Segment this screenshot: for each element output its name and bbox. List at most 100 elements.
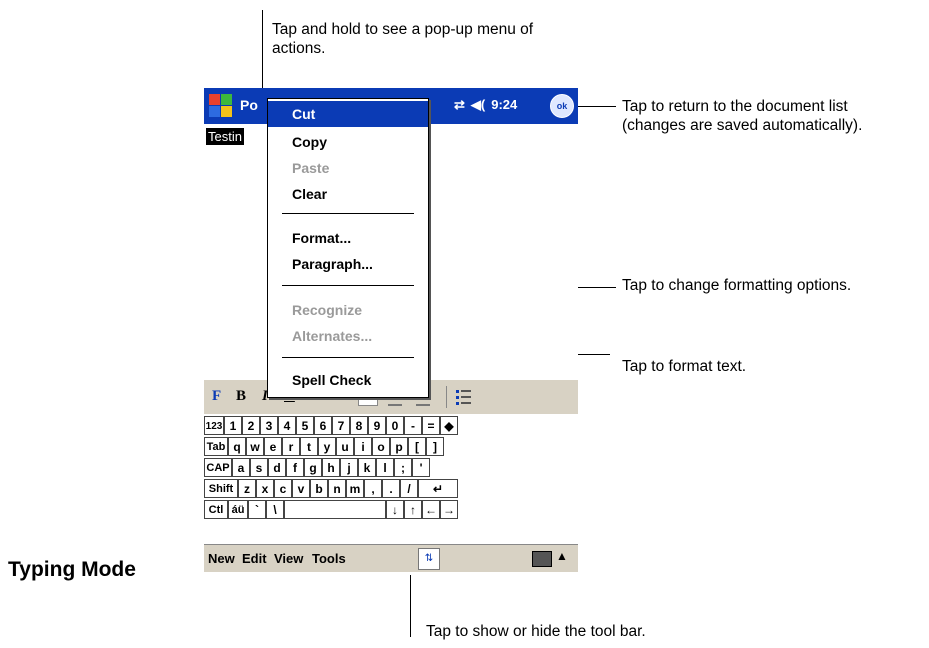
key[interactable]: b xyxy=(310,479,328,498)
menu-new[interactable]: New xyxy=(208,551,235,566)
key[interactable]: w xyxy=(246,437,264,456)
status-icons: ⇄ ◀( 9:24 xyxy=(454,97,523,113)
clock-time[interactable]: 9:24 xyxy=(491,97,517,112)
enter-key[interactable]: ↵ xyxy=(418,479,458,498)
return-hint-line1: Tap to return to the document list xyxy=(622,98,848,115)
key[interactable]: u xyxy=(336,437,354,456)
bullets-icon[interactable] xyxy=(456,389,472,405)
key[interactable]: 0 xyxy=(386,416,404,435)
menu-item-copy[interactable]: Copy xyxy=(268,129,428,155)
key[interactable]: , xyxy=(364,479,382,498)
toolbar-divider xyxy=(446,386,447,408)
key[interactable]: [ xyxy=(408,437,426,456)
key[interactable]: y xyxy=(318,437,336,456)
ok-button[interactable]: ok xyxy=(550,94,574,118)
key[interactable]: t xyxy=(300,437,318,456)
ctrl-key[interactable]: Ctl xyxy=(204,500,228,519)
key[interactable]: a xyxy=(232,458,250,477)
backspace-key[interactable]: ◆ xyxy=(440,416,458,435)
key[interactable]: 7 xyxy=(332,416,350,435)
return-hint-pointer xyxy=(572,106,616,107)
speaker-icon[interactable]: ◀( xyxy=(471,97,485,112)
key[interactable]: o xyxy=(372,437,390,456)
key[interactable]: q xyxy=(228,437,246,456)
key[interactable]: 6 xyxy=(314,416,332,435)
return-hint-line2: (changes are saved automatically). xyxy=(622,117,863,134)
popup-hint-line2: actions. xyxy=(272,40,326,57)
menu-item-paragraph[interactable]: Paragraph... xyxy=(268,251,428,277)
key[interactable]: 1 xyxy=(224,416,242,435)
key[interactable]: / xyxy=(400,479,418,498)
key[interactable]: x xyxy=(256,479,274,498)
menu-view[interactable]: View xyxy=(274,551,303,566)
format-text-hint: Tap to format text. xyxy=(622,358,747,375)
mode-label: Typing Mode xyxy=(8,558,136,581)
menu-item-format[interactable]: Format... xyxy=(268,225,428,251)
menu-item-alternates[interactable]: Alternates... xyxy=(268,323,428,349)
shift-key[interactable]: Shift xyxy=(204,479,238,498)
key[interactable]: i xyxy=(354,437,372,456)
key[interactable]: 2 xyxy=(242,416,260,435)
up-arrow-key[interactable]: ↑ xyxy=(404,500,422,519)
bold-button[interactable]: B xyxy=(236,388,246,405)
format-options-hint: Tap to change formatting options. xyxy=(622,277,852,294)
key[interactable]: c xyxy=(274,479,292,498)
key[interactable]: 123 xyxy=(204,416,224,435)
app-title: Po xyxy=(240,97,258,113)
key[interactable]: 4 xyxy=(278,416,296,435)
key[interactable]: z xyxy=(238,479,256,498)
key[interactable]: k xyxy=(358,458,376,477)
space-key[interactable] xyxy=(284,500,386,519)
key[interactable]: 3 xyxy=(260,416,278,435)
selected-document-text[interactable]: Testin xyxy=(206,128,244,145)
toolbar-hint: Tap to show or hide the tool bar. xyxy=(426,623,646,640)
key[interactable]: h xyxy=(322,458,340,477)
key[interactable]: g xyxy=(304,458,322,477)
key[interactable]: f xyxy=(286,458,304,477)
menu-item-spell-check[interactable]: Spell Check xyxy=(268,367,428,393)
menu-bar: New Edit View Tools ⇅ ▲ xyxy=(204,544,578,572)
left-arrow-key[interactable]: ← xyxy=(422,500,440,519)
toolbar-toggle-icon[interactable]: ⇅ xyxy=(418,548,440,570)
key[interactable]: m xyxy=(346,479,364,498)
menu-separator xyxy=(282,213,414,214)
key[interactable]: p xyxy=(390,437,408,456)
key[interactable]: \ xyxy=(266,500,284,519)
keyboard-icon[interactable] xyxy=(532,551,552,567)
menu-edit[interactable]: Edit xyxy=(242,551,267,566)
key[interactable]: 5 xyxy=(296,416,314,435)
key[interactable]: = xyxy=(422,416,440,435)
key[interactable]: 9 xyxy=(368,416,386,435)
caps-key[interactable]: CAP xyxy=(204,458,232,477)
right-arrow-key[interactable]: → xyxy=(440,500,458,519)
down-arrow-key[interactable]: ↓ xyxy=(386,500,404,519)
intl-key[interactable]: áü xyxy=(228,500,248,519)
tab-key[interactable]: Tab xyxy=(204,437,228,456)
menu-item-paste[interactable]: Paste xyxy=(268,155,428,181)
input-selector-arrow-icon[interactable]: ▲ xyxy=(556,549,568,563)
connectivity-icon[interactable]: ⇄ xyxy=(454,97,465,112)
soft-keyboard: 123 1 2 3 4 5 6 7 8 9 0 - = ◆ Tab q w e … xyxy=(204,414,578,544)
key[interactable]: d xyxy=(268,458,286,477)
menu-separator xyxy=(282,285,414,286)
menu-tools[interactable]: Tools xyxy=(312,551,346,566)
key[interactable]: n xyxy=(328,479,346,498)
key[interactable]: - xyxy=(404,416,422,435)
key[interactable]: ` xyxy=(248,500,266,519)
format-options-button[interactable]: F xyxy=(212,388,221,405)
key[interactable]: ; xyxy=(394,458,412,477)
key[interactable]: ' xyxy=(412,458,430,477)
key[interactable]: l xyxy=(376,458,394,477)
menu-item-clear[interactable]: Clear xyxy=(268,181,428,207)
key[interactable]: s xyxy=(250,458,268,477)
key[interactable]: 8 xyxy=(350,416,368,435)
key[interactable]: r xyxy=(282,437,300,456)
key[interactable]: ] xyxy=(426,437,444,456)
menu-item-cut[interactable]: Cut xyxy=(268,101,428,127)
key[interactable]: e xyxy=(264,437,282,456)
key[interactable]: j xyxy=(340,458,358,477)
menu-item-recognize[interactable]: Recognize xyxy=(268,297,428,323)
start-flag-icon[interactable] xyxy=(208,93,234,119)
key[interactable]: v xyxy=(292,479,310,498)
key[interactable]: . xyxy=(382,479,400,498)
